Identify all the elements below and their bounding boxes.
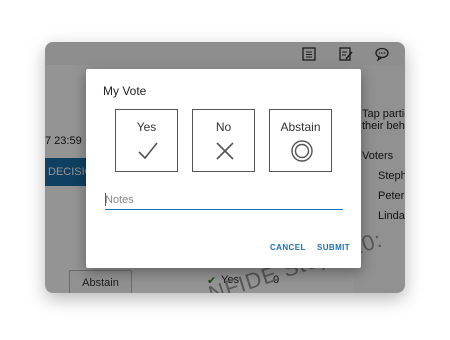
submit-button[interactable]: SUBMIT	[317, 243, 350, 252]
circle-icon	[291, 140, 313, 162]
vote-abstain-button[interactable]: Abstain	[269, 109, 332, 172]
notes-input[interactable]	[105, 191, 343, 210]
x-icon	[216, 142, 234, 160]
vote-abstain-label: Abstain	[280, 120, 321, 134]
my-vote-dialog: My Vote Yes No Abstain CANCEL SUBMIT	[86, 69, 361, 268]
vote-no-label: No	[215, 120, 232, 134]
vote-yes-label: Yes	[136, 120, 157, 134]
check-icon	[138, 142, 158, 160]
dialog-title: My Vote	[103, 84, 147, 98]
vote-no-button[interactable]: No	[192, 109, 255, 172]
vote-yes-button[interactable]: Yes	[115, 109, 178, 172]
text-caret	[105, 193, 106, 206]
cancel-button[interactable]: CANCEL	[270, 243, 306, 252]
